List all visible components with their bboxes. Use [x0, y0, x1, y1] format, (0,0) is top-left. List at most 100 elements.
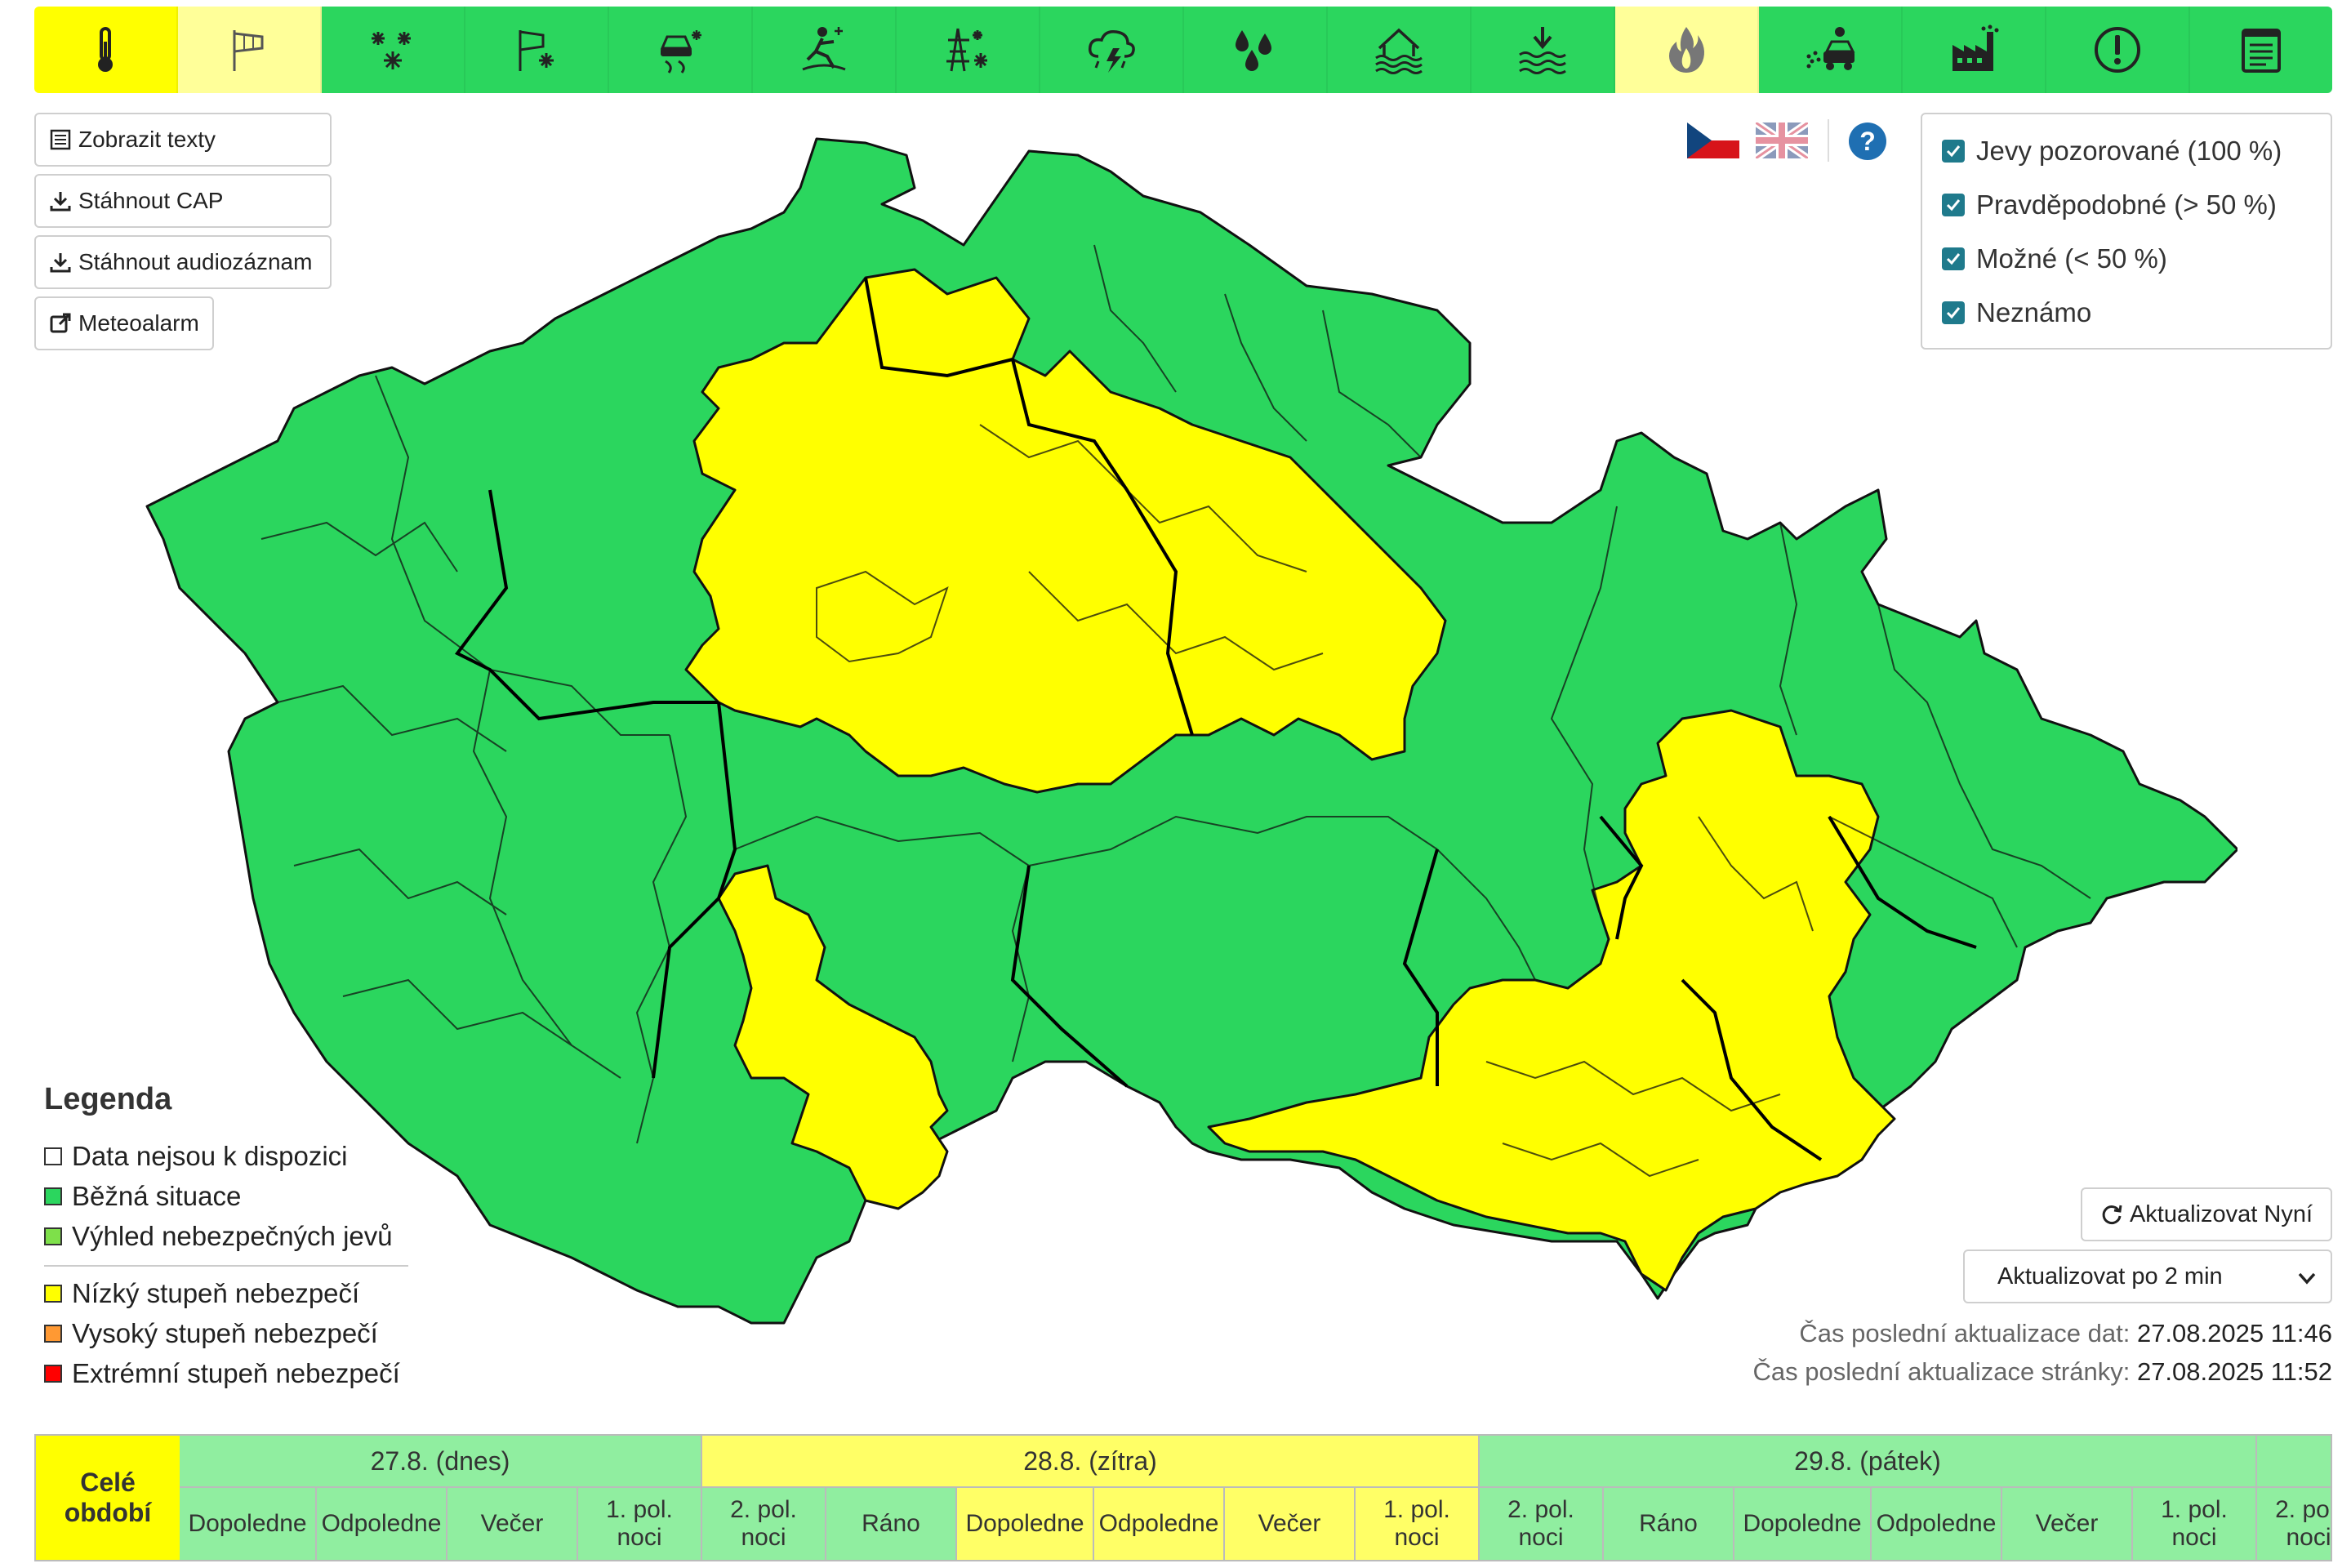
slippery-person-icon: [802, 27, 846, 71]
page-update-label: Čas poslední aktualizace stránky:: [1752, 1357, 2131, 1386]
refresh-interval-select[interactable]: Aktualizovat po 2 min: [1963, 1250, 2332, 1303]
legend-swatch: [44, 1147, 62, 1165]
category-flood[interactable]: [1328, 7, 1472, 93]
legend-item: Data nejsou k dispozici: [44, 1141, 348, 1172]
category-wind[interactable]: [178, 7, 322, 93]
legend-divider: [44, 1265, 408, 1267]
category-rain[interactable]: [1184, 7, 1328, 93]
slot-button[interactable]: Odpoledne: [317, 1488, 447, 1560]
day-label: 28.8. (zítra): [1023, 1446, 1157, 1476]
slot-button[interactable]: Ráno: [826, 1488, 957, 1560]
windsock-icon: [233, 30, 264, 71]
legend-label: Vysoký stupeň nebezpečí: [72, 1318, 378, 1348]
day-header-today[interactable]: 27.8. (dnes): [180, 1436, 702, 1488]
slot-button[interactable]: 1. pol. noci: [2133, 1488, 2257, 1560]
slot-button[interactable]: Večer: [1225, 1488, 1356, 1560]
category-frost-deposit[interactable]: [897, 7, 1040, 93]
chevron-down-icon: [2298, 1272, 2316, 1285]
slot-label: Večer: [2035, 1509, 2099, 1537]
legend-swatch: [44, 1187, 62, 1205]
category-smog-traffic[interactable]: [1759, 7, 1903, 93]
time-period-selector: Celé období 27.8. (dnes) 28.8. (zítra) 2…: [34, 1434, 2332, 1561]
interval-selected-value: Aktualizovat po 2 min: [1997, 1263, 2223, 1290]
whole-period-button[interactable]: Celé období: [36, 1436, 181, 1560]
day-header-friday[interactable]: 29.8. (pátek): [1480, 1436, 2257, 1488]
slot-button[interactable]: Večer: [447, 1488, 578, 1560]
slot-button[interactable]: 2. pol. noci: [1480, 1488, 1604, 1560]
slot-label: Ráno: [1639, 1509, 1698, 1537]
legend-swatch: [44, 1365, 62, 1383]
czech-republic-warning-map[interactable]: [131, 122, 2237, 1339]
exclamation-icon: [2095, 27, 2140, 73]
slot-label: Večer: [1258, 1509, 1321, 1537]
slot-button[interactable]: Večer: [2002, 1488, 2133, 1560]
slot-button[interactable]: 1. pol. noci: [1356, 1488, 1480, 1560]
slot-label: Dopoledne: [188, 1509, 307, 1537]
data-update-value: 27.08.2025 11:46: [2136, 1319, 2332, 1348]
snowflakes-icon: [372, 32, 411, 69]
legend-item: Běžná situace: [44, 1181, 241, 1212]
legend-swatch: [44, 1325, 62, 1343]
refresh-icon: [2102, 1205, 2122, 1224]
fire-icon: [1669, 27, 1704, 73]
legend-label: Extrémní stupeň nebezpečí: [72, 1358, 400, 1388]
slot-label: Odpoledne: [1098, 1509, 1219, 1537]
category-thunderstorm[interactable]: [1040, 7, 1184, 93]
thunderstorm-cloud-icon: [1088, 29, 1135, 73]
legend-item: Nízký stupeň nebezpečí: [44, 1278, 359, 1309]
legend-item: Vysoký stupeň nebezpečí: [44, 1318, 378, 1349]
legend-label: Nízký stupeň nebezpečí: [72, 1278, 360, 1308]
category-industrial-smog[interactable]: [1903, 7, 2046, 93]
slot-button[interactable]: Dopoledne: [957, 1488, 1094, 1560]
day-label: 27.8. (dnes): [370, 1446, 510, 1476]
legend-item: Výhled nebezpečných jevů: [44, 1221, 393, 1252]
warning-category-bar: [34, 7, 2332, 93]
legend-label: Běžná situace: [72, 1181, 242, 1211]
slot-button[interactable]: Ráno: [1604, 1488, 1734, 1560]
whole-period-label: Celé období: [64, 1468, 152, 1527]
rain-drops-icon: [1236, 30, 1271, 71]
category-text-report[interactable]: [2190, 7, 2332, 93]
legend-item: Extrémní stupeň nebezpečí: [44, 1358, 400, 1389]
refresh-now-button[interactable]: Aktualizovat Nyní: [2081, 1187, 2332, 1241]
day-header-next[interactable]: [2257, 1436, 2331, 1488]
category-icy-road[interactable]: [609, 7, 753, 93]
snow-drift-icon: [519, 30, 554, 71]
slot-button[interactable]: 2. pol. noci: [702, 1488, 826, 1560]
slot-button[interactable]: 1. pol. noci: [578, 1488, 702, 1560]
slot-button[interactable]: Dopoledne: [180, 1488, 317, 1560]
slot-label: 2. pol. noci: [2275, 1495, 2331, 1552]
thermometer-icon: [98, 27, 113, 72]
slot-button[interactable]: Odpoledne: [1872, 1488, 2002, 1560]
download-icon: [50, 192, 71, 212]
legend-label: Data nejsou k dispozici: [72, 1141, 348, 1171]
legend-swatch: [44, 1227, 62, 1245]
slot-label: Dopoledne: [1743, 1509, 1862, 1537]
smog-car-icon: [1806, 27, 1855, 70]
day-header-tomorrow[interactable]: 28.8. (zítra): [702, 1436, 1480, 1488]
text-report-icon: [2242, 29, 2281, 73]
slot-label: 1. pol. noci: [1383, 1495, 1450, 1552]
legend-label: Výhled nebezpečných jevů: [72, 1221, 393, 1251]
flood-house-icon: [1375, 28, 1423, 74]
category-snow-drifts[interactable]: [465, 7, 609, 93]
day-label: 29.8. (pátek): [1794, 1446, 1941, 1476]
slot-button[interactable]: Dopoledne: [1734, 1488, 1872, 1560]
category-temperature[interactable]: [34, 7, 178, 93]
list-icon: [50, 129, 71, 150]
category-other-warnings[interactable]: [2046, 7, 2190, 93]
slot-button[interactable]: 2. pol. noci: [2257, 1488, 2331, 1560]
category-fire[interactable]: [1615, 7, 1759, 93]
factory-smog-icon: [1952, 24, 1999, 71]
slot-label: Večer: [480, 1509, 544, 1537]
category-water-level[interactable]: [1472, 7, 1615, 93]
page-update-value: 27.08.2025 11:52: [2136, 1357, 2332, 1386]
slot-button[interactable]: Odpoledne: [1094, 1488, 1225, 1560]
refresh-now-label: Aktualizovat Nyní: [2129, 1200, 2313, 1227]
external-link-icon: [50, 313, 71, 333]
category-slippery[interactable]: [753, 7, 897, 93]
slot-label: 2. pol. noci: [730, 1495, 797, 1552]
slot-label: Odpoledne: [321, 1509, 442, 1537]
flood-level-icon: [1519, 27, 1566, 74]
category-snow[interactable]: [322, 7, 465, 93]
